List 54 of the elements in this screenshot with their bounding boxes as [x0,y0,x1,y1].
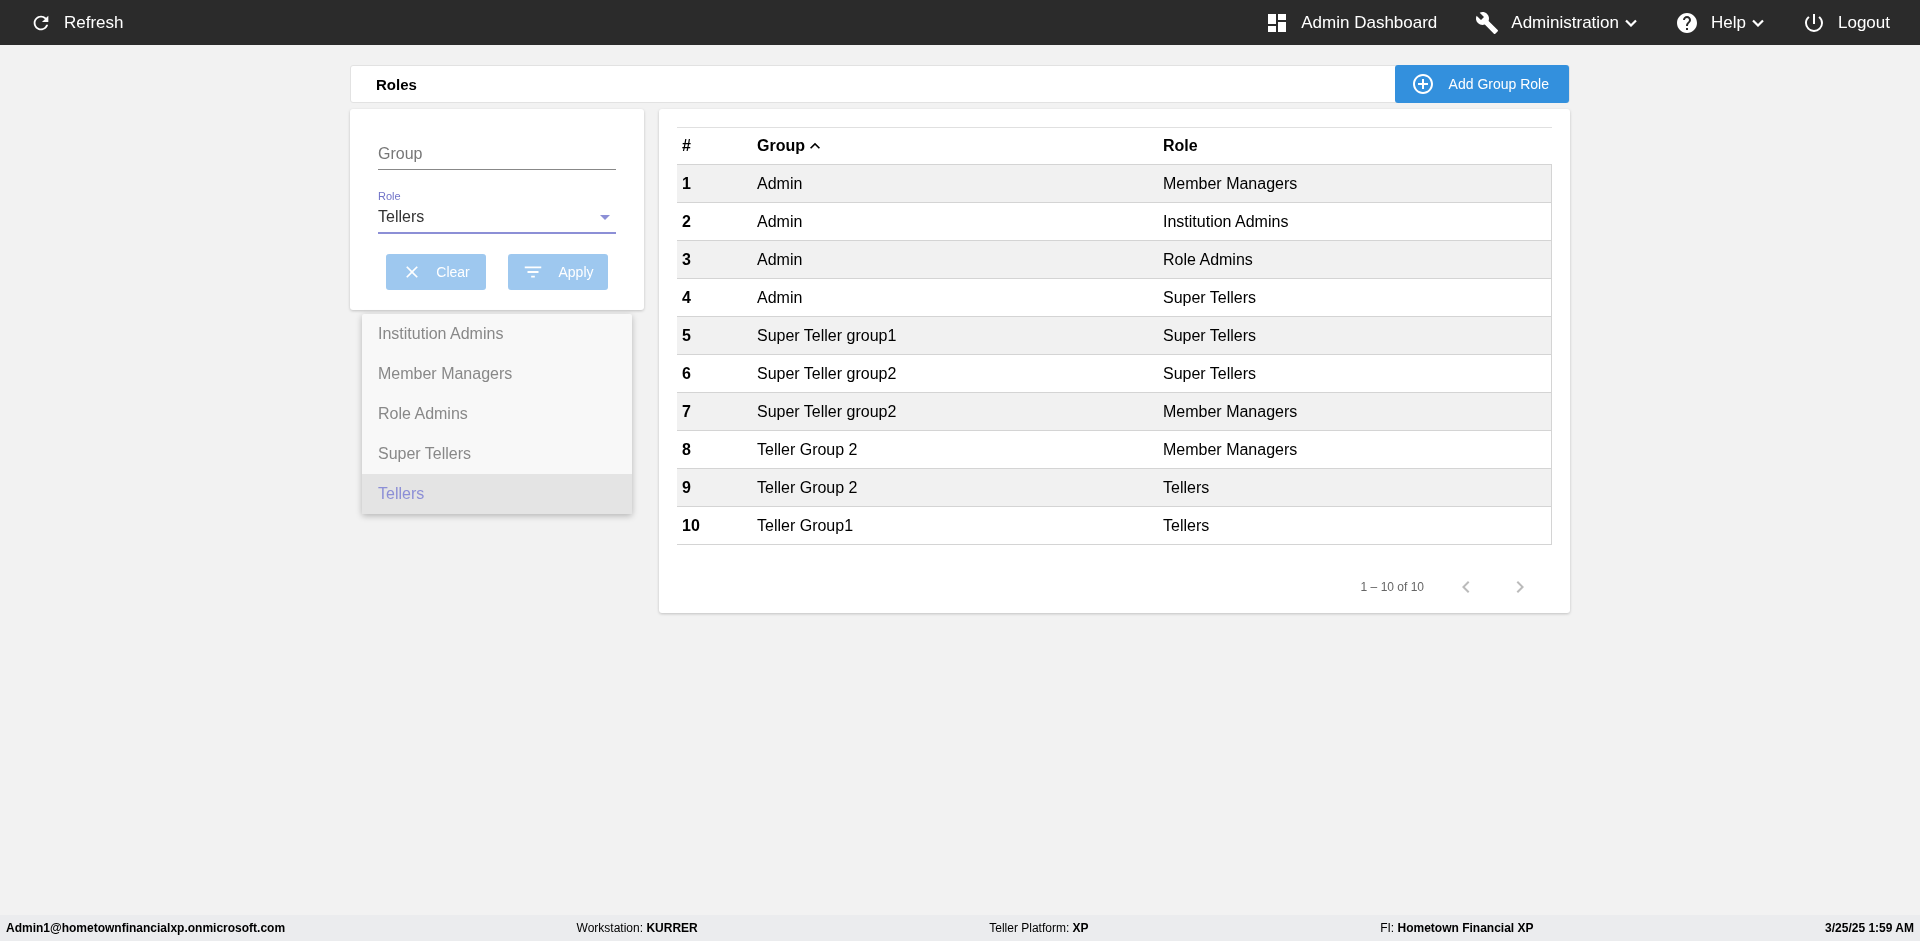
table-cell-text: 10 [681,516,700,535]
column-header[interactable]: Role [1158,137,1198,155]
nav-menu-item[interactable]: Help [1675,10,1764,35]
table-cell-text: Teller Group 2 [756,440,858,459]
dropdown-arrow-icon [600,214,610,220]
table-cell-text: Admin [756,288,803,307]
table-cell-text: Admin [756,212,803,231]
table-cell-text: 9 [681,478,691,497]
table-cell-text: Admin [756,250,803,269]
page-title: Roles [376,75,417,93]
chevron-down-icon [1752,18,1764,27]
table-cell-text: 3 [681,250,691,269]
table-cell-text: Super Teller group1 [756,326,897,345]
table-cell-text: Member Managers [1162,174,1298,193]
nav-menu-item[interactable]: Admin Dashboard [1265,10,1438,35]
group-field[interactable]: Group [378,139,616,170]
chevron-down-icon [1625,18,1638,27]
table-cell-text: Super Teller group2 [756,364,897,383]
column-header[interactable]: Group [752,136,825,156]
table-cell-text: 4 [681,288,691,307]
column-header[interactable]: # [677,137,691,155]
table-cell-text: Super Tellers [1162,288,1257,307]
table-cell-text: Admin [756,174,803,193]
table-cell-text: 2 [681,212,691,231]
wrench-icon [1475,10,1500,35]
status-item: Admin1@hometownfinancialxp.onmicrosoft.com [6,921,286,935]
table-cell-text: Super Teller group2 [756,402,897,421]
status-item: Teller Platform: XP [989,921,1089,935]
status-item: FI: Hometown Financial XP [1380,921,1534,935]
role-select[interactable]: Role Tellers [378,190,616,234]
refresh-button[interactable]: Refresh [30,11,124,34]
status-item: Workstation: KURRER [576,921,698,935]
role-value: Tellers [378,208,425,226]
status-item: 3/25/25 1:59 AM [1825,921,1914,935]
table-cell-text: Super Tellers [1162,364,1257,383]
table-cell-text: Teller Group 2 [756,478,858,497]
role-label: Role [378,190,401,202]
table-cell-text: Super Tellers [1162,326,1257,345]
table-cell-text: Role Admins [1162,250,1253,269]
table-cell-text: 8 [681,440,691,459]
page-range: 1 – 10 of 10 [1360,580,1424,594]
table-cell-text: Institution Admins [1162,212,1289,231]
help-icon [1675,10,1700,35]
nav-menu-item[interactable]: Logout [1802,10,1890,35]
table-cell-text: 6 [681,364,691,383]
table-cell-text: Tellers [1162,516,1210,535]
table-cell-text: 1 [681,174,691,193]
table-cell-text: 7 [681,402,691,421]
table-cell-text: Teller Group1 [756,516,854,535]
table-cell-text: Tellers [1162,478,1210,497]
nav-menu-item[interactable]: Administration [1475,10,1638,35]
table-cell-text: Member Managers [1162,402,1298,421]
table-cell-text: Member Managers [1162,440,1298,459]
table-cell-text: 5 [681,326,691,345]
